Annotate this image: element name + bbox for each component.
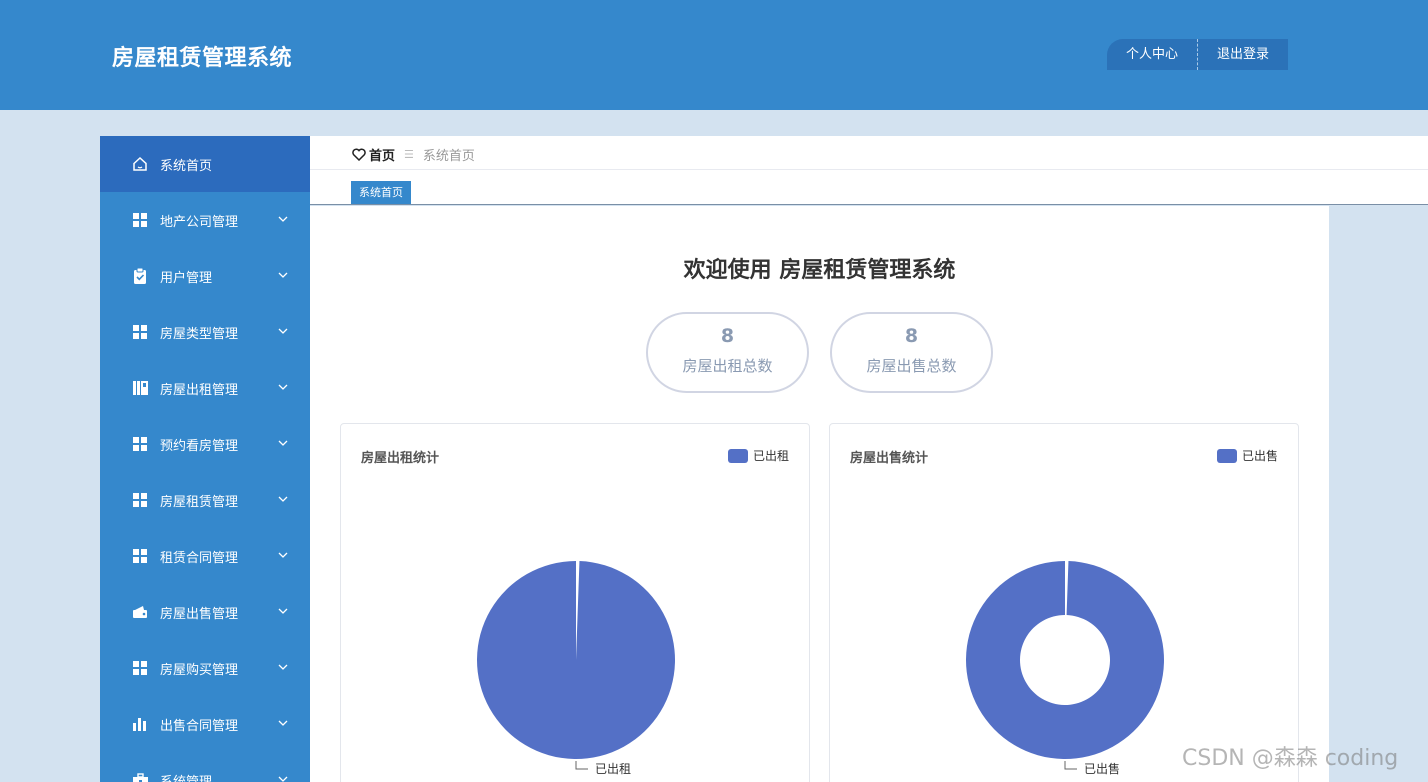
- chevron-down-icon: [278, 272, 288, 278]
- chart-legend[interactable]: 已出售: [1216, 447, 1278, 464]
- sidebar-item-label: 房屋出售管理: [160, 606, 239, 622]
- wallet-icon: [132, 604, 148, 620]
- chevron-down-icon: [278, 608, 288, 614]
- chart-legend[interactable]: 已出租: [727, 447, 789, 464]
- home-icon: [132, 156, 148, 172]
- sidebar: 系统首页 地产公司管理 用户管理 房屋类型管理 房屋出租管理 预约看房管理 房屋…: [100, 136, 310, 782]
- grid-icon: [132, 548, 148, 564]
- chevron-down-icon: [278, 776, 288, 782]
- tab-bar: 系统首页: [310, 170, 1428, 205]
- grid-icon: [132, 324, 148, 340]
- sale-chart-card: 已出售 房屋出售统计 已出售: [829, 423, 1299, 782]
- welcome-heading: 欢迎使用 房屋租赁管理系统: [683, 258, 956, 283]
- tab-home[interactable]: 系统首页: [351, 181, 411, 204]
- chevron-down-icon: [278, 496, 288, 502]
- chevron-down-icon: [278, 552, 288, 558]
- sidebar-item-house-sale[interactable]: 房屋出售管理: [100, 584, 310, 640]
- grid-icon: [132, 212, 148, 228]
- breadcrumb-home[interactable]: 首页: [369, 145, 395, 164]
- sidebar-item-home[interactable]: 系统首页: [100, 136, 310, 192]
- sidebar-item-label: 预约看房管理: [160, 438, 239, 454]
- logout-button[interactable]: 退出登录: [1197, 39, 1289, 70]
- book-icon: [132, 380, 148, 396]
- top-header: 房屋租赁管理系统 个人中心 退出登录: [0, 0, 1428, 110]
- sidebar-item-label: 房屋类型管理: [160, 326, 239, 342]
- rent-pie-chart: 已出租: [476, 561, 675, 776]
- chart-title: 房屋出售统计: [850, 451, 929, 466]
- sidebar-item-label: 系统首页: [160, 158, 213, 174]
- legend-label: 已出租: [752, 449, 789, 463]
- breadcrumb-bar: 首页 ☰ 系统首页: [310, 136, 1428, 170]
- slice-label: 已出租: [595, 762, 631, 776]
- grid-icon: [132, 492, 148, 508]
- sidebar-item-label: 系统管理: [160, 774, 213, 782]
- pie-slice-0[interactable]: [965, 561, 1164, 759]
- profile-button[interactable]: 个人中心: [1107, 39, 1198, 70]
- header-actions: 个人中心 退出登录: [1107, 39, 1289, 70]
- breadcrumb-separator-icon: ☰: [404, 148, 414, 161]
- stat-label: 房屋出售总数: [866, 357, 957, 375]
- stat-value: 8: [720, 325, 735, 347]
- slice-label: 已出售: [1084, 761, 1120, 776]
- heart-icon: [352, 148, 366, 161]
- sidebar-item-label: 房屋购买管理: [160, 662, 239, 678]
- breadcrumb-current: 系统首页: [422, 149, 475, 164]
- chevron-down-icon: [278, 720, 288, 726]
- chevron-down-icon: [278, 664, 288, 670]
- watermark: CSDN @森森 coding: [1182, 746, 1399, 771]
- slice-label-line: [1064, 761, 1077, 770]
- app-title: 房屋租赁管理系统: [112, 46, 293, 71]
- chevron-down-icon: [278, 440, 288, 446]
- sidebar-item-house-type[interactable]: 房屋类型管理: [100, 304, 310, 360]
- sidebar-item-sale-contract[interactable]: 出售合同管理: [100, 696, 310, 752]
- sidebar-item-label: 房屋出租管理: [160, 382, 239, 398]
- chart-title: 房屋出租统计: [361, 451, 440, 466]
- stat-sale-total: 8 房屋出售总数: [830, 312, 993, 393]
- grid-icon: [132, 660, 148, 676]
- sale-donut-chart: 已出售: [965, 561, 1164, 776]
- legend-swatch: [1216, 448, 1237, 463]
- chevron-down-icon: [278, 216, 288, 222]
- sidebar-item-users[interactable]: 用户管理: [100, 248, 310, 304]
- legend-label: 已出售: [1241, 449, 1278, 463]
- sidebar-item-house-purchase[interactable]: 房屋购买管理: [100, 640, 310, 696]
- sidebar-item-lease-contract[interactable]: 租赁合同管理: [100, 528, 310, 584]
- sidebar-item-system[interactable]: 系统管理: [100, 752, 310, 782]
- sidebar-item-leasing[interactable]: 房屋租赁管理: [100, 472, 310, 528]
- bar-chart-icon: [132, 716, 148, 732]
- stat-rent-total: 8 房屋出租总数: [646, 312, 809, 393]
- chevron-down-icon: [278, 384, 288, 390]
- stat-label: 房屋出租总数: [682, 357, 773, 375]
- sidebar-item-label: 地产公司管理: [160, 214, 239, 230]
- sidebar-item-viewing[interactable]: 预约看房管理: [100, 416, 310, 472]
- main-content: 欢迎使用 房屋租赁管理系统 8 房屋出租总数 8 房屋出售总数 已出租 房屋出租…: [310, 206, 1329, 782]
- grid-icon: [132, 436, 148, 452]
- sidebar-item-label: 租赁合同管理: [160, 550, 239, 566]
- sidebar-item-label: 房屋租赁管理: [160, 494, 239, 510]
- rent-chart-card: 已出租 房屋出租统计 已出租: [340, 423, 810, 782]
- sidebar-item-company[interactable]: 地产公司管理: [100, 192, 310, 248]
- sidebar-item-label: 用户管理: [160, 270, 213, 286]
- stat-value: 8: [904, 325, 919, 347]
- legend-swatch: [727, 448, 748, 463]
- clipboard-icon: [132, 268, 148, 284]
- breadcrumb: 首页 ☰ 系统首页: [352, 145, 475, 164]
- chevron-down-icon: [278, 328, 288, 334]
- toolbox-icon: [132, 772, 148, 782]
- pie-slice-0[interactable]: [476, 561, 675, 759]
- sidebar-item-house-rent[interactable]: 房屋出租管理: [100, 360, 310, 416]
- slice-label-line: [575, 761, 588, 770]
- sidebar-item-label: 出售合同管理: [160, 718, 239, 734]
